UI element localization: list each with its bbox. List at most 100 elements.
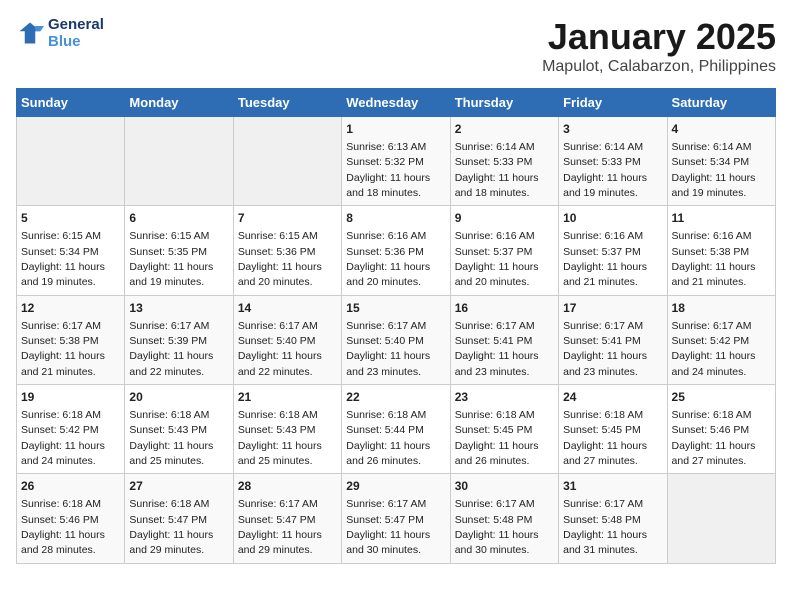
table-row xyxy=(17,117,125,206)
logo-text: General Blue xyxy=(48,16,104,50)
table-row: 2 Sunrise: 6:14 AMSunset: 5:33 PMDayligh… xyxy=(450,117,558,206)
table-row: 15 Sunrise: 6:17 AMSunset: 5:40 PMDaylig… xyxy=(342,295,450,384)
page-header: General Blue January 2025 Mapulot, Calab… xyxy=(16,16,776,76)
cell-info: Sunrise: 6:14 AMSunset: 5:33 PMDaylight:… xyxy=(563,141,647,199)
cell-info: Sunrise: 6:17 AMSunset: 5:48 PMDaylight:… xyxy=(563,498,647,556)
cell-info: Sunrise: 6:13 AMSunset: 5:32 PMDaylight:… xyxy=(346,141,430,199)
cell-info: Sunrise: 6:15 AMSunset: 5:35 PMDaylight:… xyxy=(129,230,213,288)
cell-info: Sunrise: 6:16 AMSunset: 5:37 PMDaylight:… xyxy=(563,230,647,288)
cell-info: Sunrise: 6:17 AMSunset: 5:47 PMDaylight:… xyxy=(346,498,430,556)
calendar-week-row: 26 Sunrise: 6:18 AMSunset: 5:46 PMDaylig… xyxy=(17,474,776,563)
day-number: 16 xyxy=(455,300,554,317)
table-row: 10 Sunrise: 6:16 AMSunset: 5:37 PMDaylig… xyxy=(559,206,667,295)
day-number: 30 xyxy=(455,478,554,495)
calendar-table: Sunday Monday Tuesday Wednesday Thursday… xyxy=(16,88,776,564)
table-row: 7 Sunrise: 6:15 AMSunset: 5:36 PMDayligh… xyxy=(233,206,341,295)
calendar-week-row: 19 Sunrise: 6:18 AMSunset: 5:42 PMDaylig… xyxy=(17,385,776,474)
col-thursday: Thursday xyxy=(450,89,558,117)
table-row: 30 Sunrise: 6:17 AMSunset: 5:48 PMDaylig… xyxy=(450,474,558,563)
calendar-week-row: 12 Sunrise: 6:17 AMSunset: 5:38 PMDaylig… xyxy=(17,295,776,384)
calendar-title: January 2025 xyxy=(542,16,776,58)
day-number: 29 xyxy=(346,478,445,495)
day-number: 25 xyxy=(672,389,771,406)
cell-info: Sunrise: 6:17 AMSunset: 5:41 PMDaylight:… xyxy=(455,320,539,378)
table-row: 12 Sunrise: 6:17 AMSunset: 5:38 PMDaylig… xyxy=(17,295,125,384)
day-number: 5 xyxy=(21,210,120,227)
day-number: 13 xyxy=(129,300,228,317)
table-row: 31 Sunrise: 6:17 AMSunset: 5:48 PMDaylig… xyxy=(559,474,667,563)
table-row: 13 Sunrise: 6:17 AMSunset: 5:39 PMDaylig… xyxy=(125,295,233,384)
day-number: 12 xyxy=(21,300,120,317)
table-row: 24 Sunrise: 6:18 AMSunset: 5:45 PMDaylig… xyxy=(559,385,667,474)
table-row: 19 Sunrise: 6:18 AMSunset: 5:42 PMDaylig… xyxy=(17,385,125,474)
cell-info: Sunrise: 6:16 AMSunset: 5:36 PMDaylight:… xyxy=(346,230,430,288)
day-number: 10 xyxy=(563,210,662,227)
day-number: 3 xyxy=(563,121,662,138)
cell-info: Sunrise: 6:14 AMSunset: 5:33 PMDaylight:… xyxy=(455,141,539,199)
table-row: 4 Sunrise: 6:14 AMSunset: 5:34 PMDayligh… xyxy=(667,117,775,206)
table-row: 18 Sunrise: 6:17 AMSunset: 5:42 PMDaylig… xyxy=(667,295,775,384)
table-row: 6 Sunrise: 6:15 AMSunset: 5:35 PMDayligh… xyxy=(125,206,233,295)
table-row: 16 Sunrise: 6:17 AMSunset: 5:41 PMDaylig… xyxy=(450,295,558,384)
table-row: 28 Sunrise: 6:17 AMSunset: 5:47 PMDaylig… xyxy=(233,474,341,563)
cell-info: Sunrise: 6:17 AMSunset: 5:40 PMDaylight:… xyxy=(238,320,322,378)
cell-info: Sunrise: 6:18 AMSunset: 5:45 PMDaylight:… xyxy=(455,409,539,467)
cell-info: Sunrise: 6:18 AMSunset: 5:46 PMDaylight:… xyxy=(21,498,105,556)
title-block: January 2025 Mapulot, Calabarzon, Philip… xyxy=(542,16,776,76)
col-friday: Friday xyxy=(559,89,667,117)
cell-info: Sunrise: 6:14 AMSunset: 5:34 PMDaylight:… xyxy=(672,141,756,199)
cell-info: Sunrise: 6:17 AMSunset: 5:42 PMDaylight:… xyxy=(672,320,756,378)
calendar-week-row: 5 Sunrise: 6:15 AMSunset: 5:34 PMDayligh… xyxy=(17,206,776,295)
day-number: 27 xyxy=(129,478,228,495)
logo-icon xyxy=(16,19,44,47)
day-number: 4 xyxy=(672,121,771,138)
day-number: 18 xyxy=(672,300,771,317)
day-number: 26 xyxy=(21,478,120,495)
cell-info: Sunrise: 6:18 AMSunset: 5:46 PMDaylight:… xyxy=(672,409,756,467)
day-number: 7 xyxy=(238,210,337,227)
table-row: 9 Sunrise: 6:16 AMSunset: 5:37 PMDayligh… xyxy=(450,206,558,295)
col-tuesday: Tuesday xyxy=(233,89,341,117)
day-number: 2 xyxy=(455,121,554,138)
day-number: 24 xyxy=(563,389,662,406)
cell-info: Sunrise: 6:18 AMSunset: 5:43 PMDaylight:… xyxy=(129,409,213,467)
col-sunday: Sunday xyxy=(17,89,125,117)
cell-info: Sunrise: 6:18 AMSunset: 5:45 PMDaylight:… xyxy=(563,409,647,467)
table-row: 1 Sunrise: 6:13 AMSunset: 5:32 PMDayligh… xyxy=(342,117,450,206)
table-row: 3 Sunrise: 6:14 AMSunset: 5:33 PMDayligh… xyxy=(559,117,667,206)
day-number: 22 xyxy=(346,389,445,406)
logo: General Blue xyxy=(16,16,104,50)
day-number: 11 xyxy=(672,210,771,227)
cell-info: Sunrise: 6:17 AMSunset: 5:38 PMDaylight:… xyxy=(21,320,105,378)
table-row: 8 Sunrise: 6:16 AMSunset: 5:36 PMDayligh… xyxy=(342,206,450,295)
table-row: 20 Sunrise: 6:18 AMSunset: 5:43 PMDaylig… xyxy=(125,385,233,474)
cell-info: Sunrise: 6:17 AMSunset: 5:41 PMDaylight:… xyxy=(563,320,647,378)
cell-info: Sunrise: 6:16 AMSunset: 5:38 PMDaylight:… xyxy=(672,230,756,288)
table-row: 5 Sunrise: 6:15 AMSunset: 5:34 PMDayligh… xyxy=(17,206,125,295)
col-saturday: Saturday xyxy=(667,89,775,117)
table-row: 26 Sunrise: 6:18 AMSunset: 5:46 PMDaylig… xyxy=(17,474,125,563)
cell-info: Sunrise: 6:17 AMSunset: 5:48 PMDaylight:… xyxy=(455,498,539,556)
cell-info: Sunrise: 6:18 AMSunset: 5:47 PMDaylight:… xyxy=(129,498,213,556)
day-number: 15 xyxy=(346,300,445,317)
table-row xyxy=(125,117,233,206)
cell-info: Sunrise: 6:15 AMSunset: 5:36 PMDaylight:… xyxy=(238,230,322,288)
table-row: 29 Sunrise: 6:17 AMSunset: 5:47 PMDaylig… xyxy=(342,474,450,563)
day-number: 8 xyxy=(346,210,445,227)
day-number: 14 xyxy=(238,300,337,317)
day-number: 28 xyxy=(238,478,337,495)
calendar-subtitle: Mapulot, Calabarzon, Philippines xyxy=(542,58,776,76)
col-wednesday: Wednesday xyxy=(342,89,450,117)
day-number: 23 xyxy=(455,389,554,406)
table-row: 21 Sunrise: 6:18 AMSunset: 5:43 PMDaylig… xyxy=(233,385,341,474)
day-number: 20 xyxy=(129,389,228,406)
table-row xyxy=(667,474,775,563)
day-number: 1 xyxy=(346,121,445,138)
table-row: 14 Sunrise: 6:17 AMSunset: 5:40 PMDaylig… xyxy=(233,295,341,384)
day-number: 21 xyxy=(238,389,337,406)
day-number: 31 xyxy=(563,478,662,495)
cell-info: Sunrise: 6:18 AMSunset: 5:43 PMDaylight:… xyxy=(238,409,322,467)
cell-info: Sunrise: 6:16 AMSunset: 5:37 PMDaylight:… xyxy=(455,230,539,288)
cell-info: Sunrise: 6:18 AMSunset: 5:44 PMDaylight:… xyxy=(346,409,430,467)
table-row: 27 Sunrise: 6:18 AMSunset: 5:47 PMDaylig… xyxy=(125,474,233,563)
